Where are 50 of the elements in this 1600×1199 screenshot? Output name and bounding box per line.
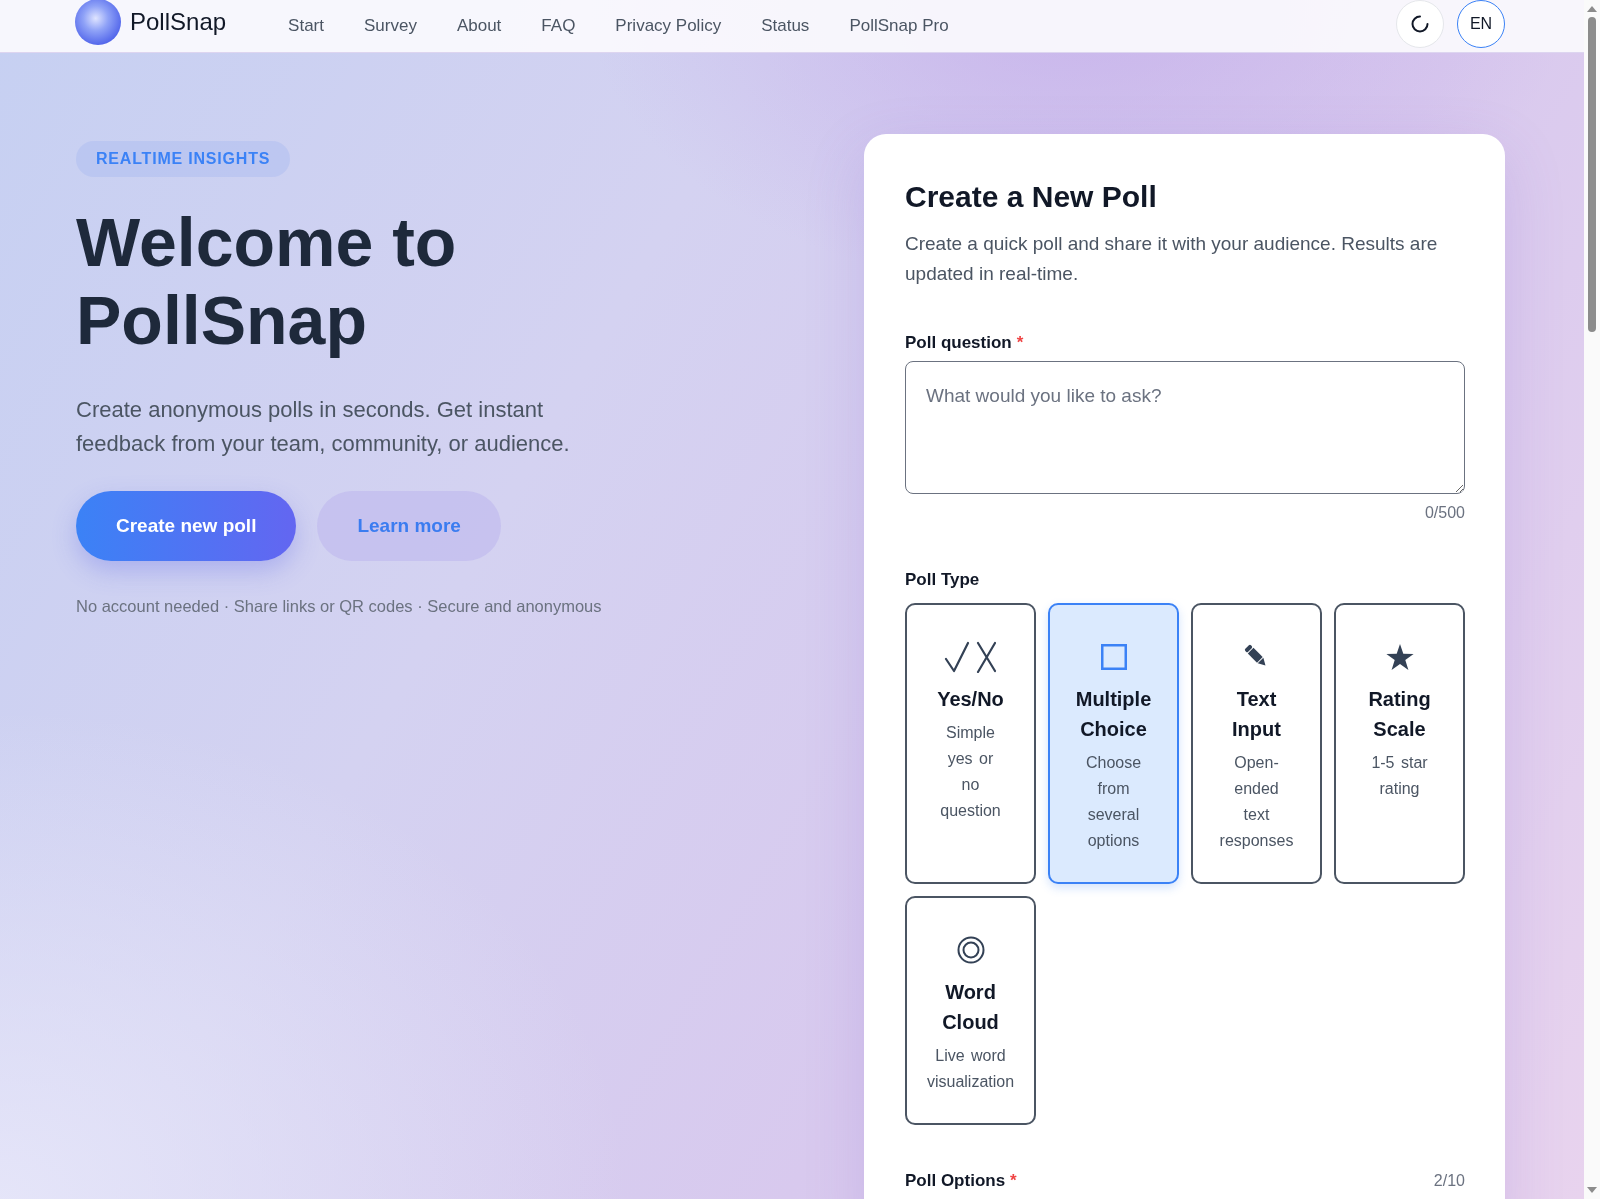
required-mark: * (1016, 332, 1024, 354)
option-title: Yes/No (937, 687, 1004, 712)
down-arrow-icon (1587, 1187, 1597, 1193)
poll-type-option[interactable]: Rating Scale 1-5 star rating (1334, 603, 1465, 884)
nav-link[interactable]: Start (288, 16, 324, 36)
card-title: Create a New Poll (905, 179, 1158, 215)
spinner-button[interactable] (1396, 0, 1444, 48)
brand-name: PollSnap (130, 8, 227, 36)
ring-icon (956, 936, 985, 964)
up-arrow-icon (1587, 6, 1597, 12)
nav-link[interactable]: Privacy Policy (615, 16, 722, 36)
field-label: Poll Type (905, 569, 980, 591)
required-mark: * (1010, 1170, 1017, 1192)
scrollbar-thumb[interactable] (1588, 17, 1596, 332)
poll-type-option[interactable]: Multiple Choice Choose from several options (1048, 603, 1179, 884)
hero-footnote: No account needed · Share links or QR codes · Secure and anonymous (76, 596, 602, 617)
nav-link[interactable]: Status (761, 16, 810, 36)
option-title: Word Cloud (941, 980, 1000, 1035)
nav-link[interactable]: PollSnap Pro (849, 16, 949, 36)
square-icon (1100, 644, 1127, 670)
poll-type-option[interactable]: Yes/No Simple yes or no question (905, 603, 1036, 884)
option-description: Live word visualization (926, 1046, 1015, 1092)
hero-title: Welcome to PollSnap (76, 203, 458, 359)
check-cross-icon (943, 641, 998, 673)
poll-type-option[interactable]: Word Cloud Live word visualization (905, 896, 1036, 1125)
character-counter: 0/500 (1424, 503, 1465, 523)
card-description: Create a quick poll and share it with your audience. Results are updated in real-time. (905, 232, 1439, 286)
nav-link[interactable]: FAQ (541, 16, 576, 36)
spinner-icon (1411, 15, 1429, 33)
question-field[interactable]: What would you like to ask? (905, 361, 1465, 494)
scrollbar[interactable] (1584, 0, 1600, 1199)
options-counter: 2/10 (1433, 1171, 1465, 1191)
star-icon (1385, 643, 1414, 671)
language-button[interactable]: EN (1457, 0, 1505, 48)
field-label: Poll question (905, 332, 1012, 354)
option-title: Rating Scale (1368, 687, 1431, 742)
option-description: Simple yes or no question (940, 723, 1001, 821)
option-description: Open-ended text responses (1219, 753, 1294, 851)
option-title: Multiple Choice (1075, 687, 1152, 742)
nav-link[interactable]: Survey (364, 16, 417, 36)
option-description: Choose from several options (1084, 753, 1143, 851)
poll-type-option[interactable]: Text Input Open-ended text responses (1191, 603, 1322, 884)
nav-link[interactable]: About (456, 16, 502, 36)
primary-button[interactable]: Create new poll (76, 491, 297, 561)
option-description: 1-5 star rating (1370, 753, 1429, 799)
hero-subtitle: Create anonymous polls in seconds. Get instant feedback from your team, community, or audience. (76, 396, 571, 458)
option-title: Text Input (1231, 687, 1282, 742)
logo-icon (75, 0, 121, 45)
hero-badge: REALTIME INSIGHTS (76, 141, 291, 177)
field-label: Poll Options (905, 1170, 1006, 1192)
